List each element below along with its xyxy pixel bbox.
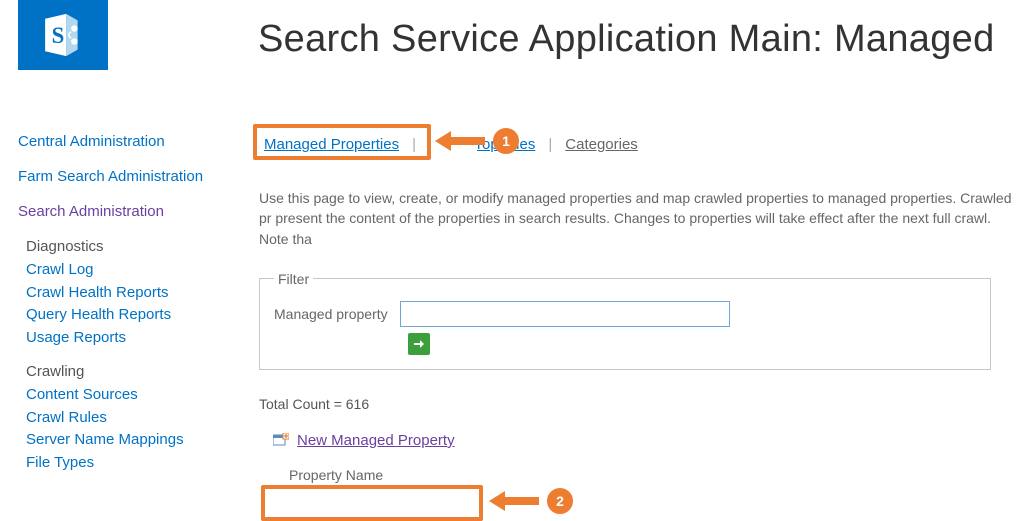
new-item-icon [273,433,289,447]
sidebar-current-search-admin[interactable]: Search Administration [18,203,235,220]
annotation-highlight-2 [261,485,483,521]
sidebar-link-crawl-log[interactable]: Crawl Log [26,259,235,282]
sidebar-link-farm-search-admin[interactable]: Farm Search Administration [18,168,235,185]
svg-text:S: S [52,23,65,48]
page-title: Search Service Application Main: Managed [258,18,995,61]
sidebar-link-server-name-mappings[interactable]: Server Name Mappings [26,429,235,452]
sidebar-link-central-admin[interactable]: Central Administration [18,133,235,150]
annotation-callout-2: 2 [489,488,573,514]
managed-property-input[interactable] [400,301,730,327]
sidebar-heading-crawling: Crawling [26,363,235,380]
tab-categories[interactable]: Categories [560,133,643,156]
tab-separator: | [548,136,552,153]
filter-section: Filter Managed property [259,271,991,370]
new-managed-property-link[interactable]: New Managed Property [297,432,455,449]
sidebar-link-crawl-health[interactable]: Crawl Health Reports [26,282,235,305]
arrow-left-icon [489,489,539,513]
arrow-right-icon [412,337,426,351]
sidebar-link-crawl-rules[interactable]: Crawl Rules [26,407,235,430]
tab-bar: Managed Properties | roperties | Categor… [259,130,1024,158]
tab-separator: | [412,136,416,153]
filter-label: Managed property [274,306,388,322]
filter-go-button[interactable] [408,333,430,355]
sidebar: Central Administration Farm Search Admin… [0,88,235,488]
sidebar-heading-diagnostics: Diagnostics [26,238,235,255]
sharepoint-logo: S [18,0,108,70]
main-content: Managed Properties | roperties | Categor… [235,88,1024,483]
tab-managed-properties[interactable]: Managed Properties [259,133,404,156]
column-header-property-name: Property Name [289,467,1024,483]
filter-legend: Filter [274,271,313,287]
sharepoint-logo-icon: S [37,9,89,61]
description-text: Use this page to view, create, or modify… [259,188,1024,249]
sidebar-link-file-types[interactable]: File Types [26,452,235,475]
tab-crawled-properties[interactable]: roperties [472,133,540,156]
sidebar-link-usage-reports[interactable]: Usage Reports [26,327,235,350]
annotation-badge-2: 2 [547,488,573,514]
sidebar-link-content-sources[interactable]: Content Sources [26,384,235,407]
total-count-label: Total Count = 616 [259,396,1024,412]
sidebar-link-query-health[interactable]: Query Health Reports [26,304,235,327]
